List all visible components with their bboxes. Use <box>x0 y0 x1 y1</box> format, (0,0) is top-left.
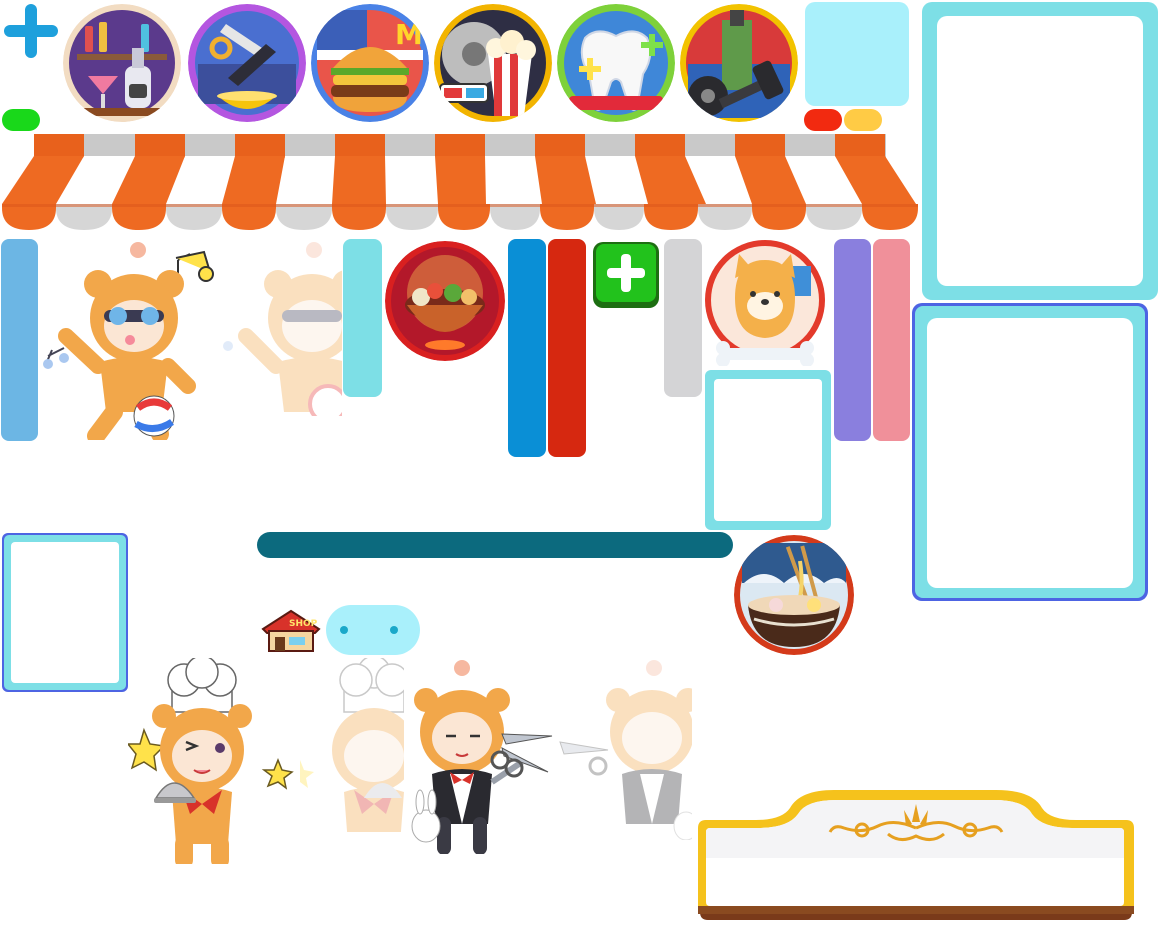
shop-badge-label: SHOP <box>289 619 318 629</box>
bear-chef-faded-sprite <box>300 658 404 832</box>
shiba-pet-shop-icon[interactable] <box>705 240 825 366</box>
hotpot-icon[interactable] <box>385 241 505 361</box>
info-panel-left <box>2 533 128 692</box>
burger-shop-icon[interactable]: M <box>311 4 429 122</box>
loading-pill <box>326 605 420 655</box>
vertical-bar-purple <box>834 239 871 441</box>
add-plus-icon[interactable] <box>2 2 60 60</box>
status-pill-green <box>2 109 40 131</box>
progress-bar <box>257 532 733 558</box>
gold-title-frame <box>694 788 1138 922</box>
info-panel-blue <box>912 303 1148 601</box>
dental-clinic-icon[interactable] <box>557 4 675 122</box>
salon-tools-icon[interactable] <box>188 4 306 122</box>
bear-dancer-faded-sprite <box>218 236 342 416</box>
vertical-bar-cyan <box>343 239 382 397</box>
shop-awning <box>0 132 920 238</box>
ramen-shop-icon[interactable] <box>734 535 854 655</box>
svg-text:M: M <box>395 18 423 51</box>
cocktail-bar-icon[interactable] <box>63 4 181 122</box>
bear-dancer-sprite <box>38 236 218 440</box>
loading-dot <box>390 626 398 634</box>
loading-dot <box>340 626 348 634</box>
vertical-bar-blue <box>1 239 38 441</box>
add-green-button[interactable] <box>592 241 660 309</box>
light-blue-tile <box>805 2 909 106</box>
info-panel-small <box>705 370 831 530</box>
vertical-bar-red <box>548 239 586 457</box>
shop-badge-icon[interactable]: SHOP <box>259 607 323 653</box>
gym-dumbbell-icon[interactable] <box>680 4 798 122</box>
vertical-bar-grey <box>664 239 702 397</box>
vertical-bar-deepblue <box>508 239 546 457</box>
cinema-popcorn-icon[interactable] <box>434 4 552 122</box>
status-pill-yellow <box>844 109 882 131</box>
info-panel-large <box>922 2 1158 300</box>
bear-chef-sprite <box>128 658 318 864</box>
status-pill-red <box>804 109 842 131</box>
bear-barber-faded-sprite <box>558 656 692 840</box>
vertical-bar-pink <box>873 239 910 441</box>
bear-barber-sprite <box>402 656 562 854</box>
